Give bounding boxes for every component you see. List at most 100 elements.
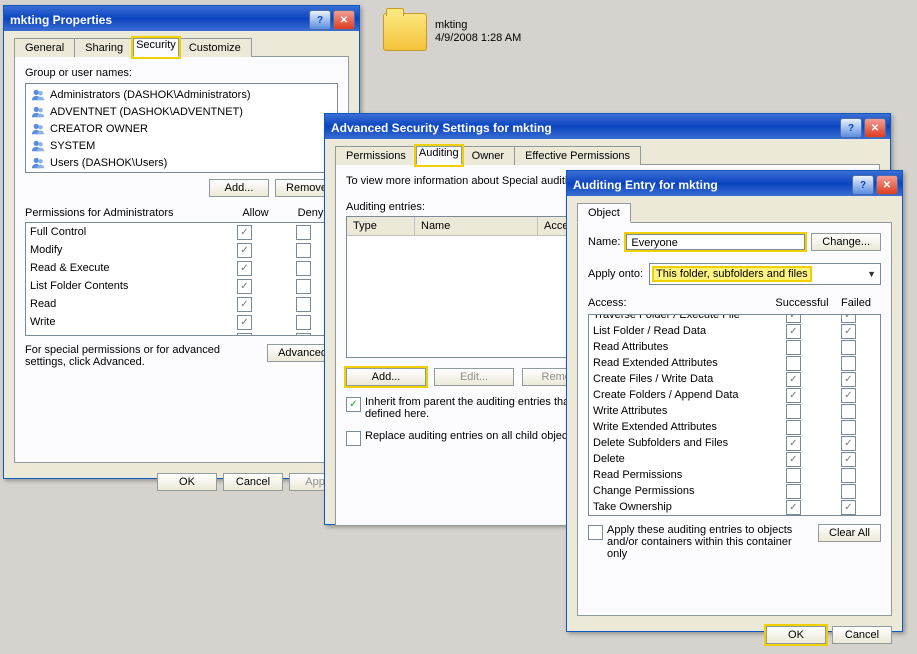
user-icon [30,122,46,136]
allow-checkbox[interactable] [237,279,252,294]
tab-general[interactable]: General [14,38,75,57]
col-name[interactable]: Name [415,217,538,235]
allow-header: Allow [228,207,283,219]
group-label: Group or user names: [25,67,338,79]
failed-checkbox[interactable] [841,404,856,419]
allow-checkbox[interactable] [237,261,252,276]
auditing-entry-window: Auditing Entry for mkting ? ✕ Object Nam… [566,170,903,632]
allow-checkbox[interactable] [237,243,252,258]
cancel-button[interactable]: Cancel [832,626,892,644]
allow-checkbox[interactable] [237,297,252,312]
user-icon [30,88,46,102]
failed-checkbox[interactable] [841,484,856,499]
tab-auditing[interactable]: Auditing [416,146,462,165]
permission-row: Modify [26,241,337,259]
tab-sharing[interactable]: Sharing [74,38,134,57]
apply-onto-select[interactable]: This folder, subfolders and files ▼ [649,263,881,285]
folder-icon [383,13,427,51]
tab-permissions[interactable]: Permissions [335,146,417,165]
failed-checkbox[interactable] [841,324,856,339]
successful-checkbox[interactable] [786,404,801,419]
tab-customize[interactable]: Customize [178,38,252,57]
successful-checkbox[interactable] [786,436,801,451]
successful-checkbox[interactable] [786,452,801,467]
permission-row: Special Permissions [26,331,337,336]
clear-all-button[interactable]: Clear All [818,524,881,542]
deny-checkbox[interactable] [296,261,311,276]
failed-checkbox[interactable] [841,436,856,451]
successful-checkbox[interactable] [786,324,801,339]
add-button[interactable]: Add... [346,368,426,386]
deny-checkbox[interactable] [296,279,311,294]
close-button[interactable]: ✕ [333,10,355,30]
access-row: Delete Subfolders and Files [589,435,880,451]
change-button[interactable]: Change... [811,233,881,251]
failed-checkbox[interactable] [841,356,856,371]
deny-checkbox[interactable] [296,315,311,330]
access-row: Traverse Folder / Execute File [589,314,880,323]
successful-checkbox[interactable] [786,314,801,323]
close-button[interactable]: ✕ [876,175,898,195]
apply-only-checkbox[interactable]: Apply these auditing entries to objects … [588,524,812,560]
access-row: Create Files / Write Data [589,371,880,387]
deny-checkbox[interactable] [296,243,311,258]
access-label: Access: [588,297,773,309]
name-label: Name: [588,236,620,248]
allow-checkbox[interactable] [237,333,252,337]
failed-checkbox[interactable] [841,452,856,467]
user-row[interactable]: ADVENTNET (DASHOK\ADVENTNET) [28,103,335,120]
ok-button[interactable]: OK [157,473,217,491]
user-row[interactable]: Administrators (DASHOK\Administrators) [28,86,335,103]
successful-checkbox[interactable] [786,468,801,483]
help-button[interactable]: ? [840,118,862,138]
successful-checkbox[interactable] [786,484,801,499]
tab-object[interactable]: Object [577,203,631,223]
failed-checkbox[interactable] [841,314,856,323]
user-row[interactable]: SYSTEM [28,137,335,154]
failed-checkbox[interactable] [841,340,856,355]
successful-header: Successful [773,297,831,309]
failed-header: Failed [831,297,881,309]
successful-checkbox[interactable] [786,500,801,515]
col-type[interactable]: Type [347,217,415,235]
tab-owner[interactable]: Owner [461,146,515,165]
allow-checkbox[interactable] [237,315,252,330]
close-button[interactable]: ✕ [864,118,886,138]
help-button[interactable]: ? [309,10,331,30]
apply-onto-label: Apply onto: [588,268,643,280]
failed-checkbox[interactable] [841,388,856,403]
deny-checkbox[interactable] [296,225,311,240]
deny-checkbox[interactable] [296,333,311,337]
permission-row: Full Control [26,223,337,241]
failed-checkbox[interactable] [841,500,856,515]
successful-checkbox[interactable] [786,372,801,387]
cancel-button[interactable]: Cancel [223,473,283,491]
failed-checkbox[interactable] [841,420,856,435]
access-row: List Folder / Read Data [589,323,880,339]
edit-button[interactable]: Edit... [434,368,514,386]
user-row[interactable]: Users (DASHOK\Users) [28,154,335,171]
allow-checkbox[interactable] [237,225,252,240]
name-field[interactable]: Everyone [626,234,805,250]
tab-effective[interactable]: Effective Permissions [514,146,641,165]
access-row: Delete [589,451,880,467]
successful-checkbox[interactable] [786,356,801,371]
window-title: mkting Properties [10,13,307,27]
successful-checkbox[interactable] [786,420,801,435]
help-button[interactable]: ? [852,175,874,195]
add-button[interactable]: Add... [209,179,269,197]
desktop-folder[interactable]: mkting 4/9/2008 1:28 AM [383,13,521,51]
ok-button[interactable]: OK [766,626,826,644]
checkbox-icon [588,525,603,540]
failed-checkbox[interactable] [841,372,856,387]
access-row: Take Ownership [589,499,880,515]
user-row[interactable]: CREATOR OWNER [28,120,335,137]
successful-checkbox[interactable] [786,340,801,355]
successful-checkbox[interactable] [786,388,801,403]
deny-checkbox[interactable] [296,297,311,312]
user-list[interactable]: Administrators (DASHOK\Administrators)AD… [25,83,338,173]
tab-security[interactable]: Security [133,38,179,57]
failed-checkbox[interactable] [841,468,856,483]
access-row: Read Attributes [589,339,880,355]
checkbox-icon [346,431,361,446]
